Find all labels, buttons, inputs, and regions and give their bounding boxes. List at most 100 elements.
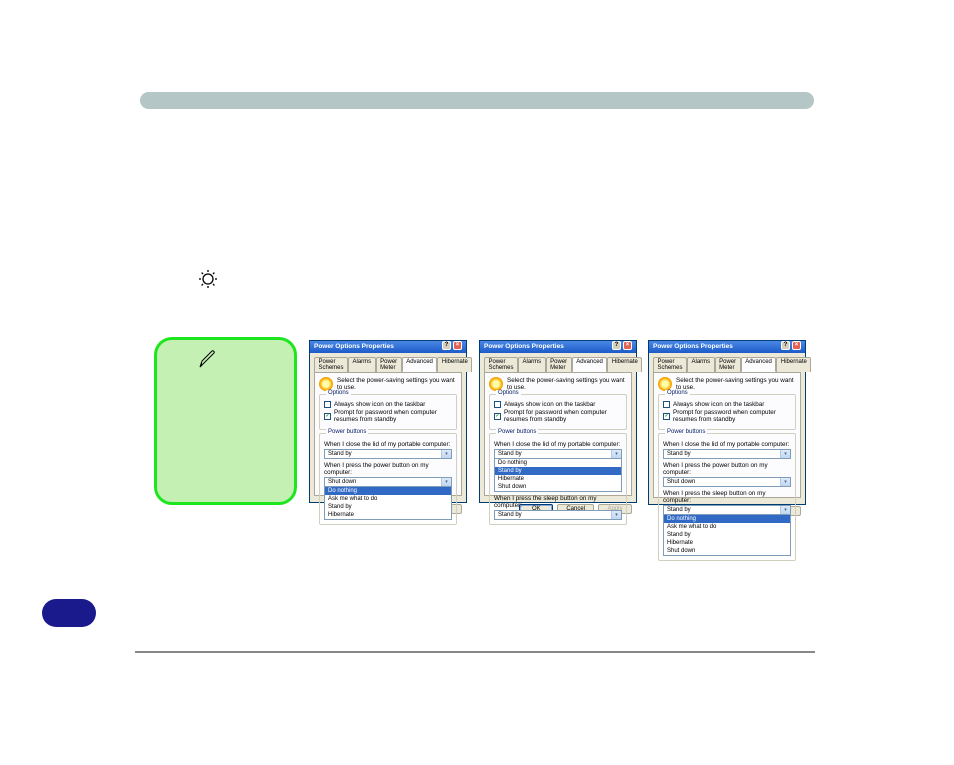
tab-alarms[interactable]: Alarms <box>687 357 715 372</box>
dialog-title: Power Options Properties <box>653 341 733 353</box>
help-icon[interactable]: ? <box>442 341 451 350</box>
tab-strip: Power Schemes Alarms Power Meter Advance… <box>649 353 805 372</box>
checkbox-password[interactable]: ✓ Prompt for password when computer resu… <box>663 409 791 423</box>
tab-power-meter[interactable]: Power Meter <box>376 357 402 372</box>
tab-alarms[interactable]: Alarms <box>518 357 546 372</box>
titlebar[interactable]: Power Options Properties ? × <box>310 341 466 353</box>
checkbox-box: ✓ <box>494 413 501 420</box>
combo-option[interactable]: Hibernate <box>664 539 790 547</box>
tab-power-schemes[interactable]: Power Schemes <box>484 357 518 372</box>
combo-power[interactable]: Shut down ▾ <box>324 477 452 487</box>
checkbox-label: Prompt for password when computer resume… <box>504 409 622 423</box>
combo-option[interactable]: Stand by <box>325 503 451 511</box>
combo-lid-dropdown[interactable]: Do nothing Stand by Hibernate Shut down <box>494 459 622 492</box>
tab-power-meter[interactable]: Power Meter <box>715 357 741 372</box>
combo-option[interactable]: Ask me what to do <box>325 495 451 503</box>
power-options-dialog-1: Power Options Properties ? × Power Schem… <box>309 340 467 503</box>
options-group: Options Always show icon on the taskbar … <box>658 394 796 430</box>
combo-option[interactable]: Shut down <box>664 547 790 555</box>
combo-value: Stand by <box>328 451 352 457</box>
power-buttons-group-title: Power buttons <box>326 429 368 435</box>
combo-lid[interactable]: Stand by ▾ <box>494 449 622 459</box>
options-group: Options Always show icon on the taskbar … <box>489 394 627 430</box>
combo-value: Stand by <box>498 451 522 457</box>
combo-option[interactable]: Hibernate <box>495 475 621 483</box>
tab-panel: Select the power-saving settings you wan… <box>314 372 462 496</box>
checkbox-taskbar[interactable]: Always show icon on the taskbar <box>324 401 452 408</box>
battery-icon <box>319 377 333 391</box>
checkbox-taskbar[interactable]: Always show icon on the taskbar <box>494 401 622 408</box>
combo-option[interactable]: Stand by <box>495 467 621 475</box>
tab-panel: Select the power-saving settings you wan… <box>653 372 801 498</box>
power-buttons-group-title: Power buttons <box>496 429 538 435</box>
tab-hibernate[interactable]: Hibernate <box>776 357 811 372</box>
help-icon[interactable]: ? <box>781 341 790 350</box>
options-group: Options Always show icon on the taskbar … <box>319 394 457 430</box>
checkbox-box <box>494 401 501 408</box>
divider <box>135 651 815 653</box>
tab-power-meter[interactable]: Power Meter <box>546 357 572 372</box>
tab-power-schemes[interactable]: Power Schemes <box>314 357 348 372</box>
combo-power-dropdown[interactable]: Do nothing Ask me what to do Stand by Hi… <box>324 487 452 520</box>
tab-advanced[interactable]: Advanced <box>741 357 777 372</box>
power-buttons-group: Power buttons When I close the lid of my… <box>489 433 627 525</box>
checkbox-label: Always show icon on the taskbar <box>334 401 425 408</box>
power-buttons-group: Power buttons When I close the lid of my… <box>319 433 457 525</box>
note-card <box>154 337 297 505</box>
chevron-down-icon: ▾ <box>780 450 790 458</box>
titlebar[interactable]: Power Options Properties ? × <box>649 341 805 353</box>
close-icon[interactable]: × <box>792 341 801 350</box>
combo-sleep[interactable]: Stand by ▾ <box>663 505 791 515</box>
combo-lid[interactable]: Stand by ▾ <box>324 449 452 459</box>
combo-power[interactable]: Shut down ▾ <box>663 477 791 487</box>
dialog-title: Power Options Properties <box>314 341 394 353</box>
battery-icon <box>489 377 503 391</box>
combo-option[interactable]: Do nothing <box>664 515 790 523</box>
chevron-down-icon: ▾ <box>780 478 790 486</box>
close-icon[interactable]: × <box>623 341 632 350</box>
tab-strip: Power Schemes Alarms Power Meter Advance… <box>480 353 636 372</box>
options-group-title: Options <box>326 390 351 396</box>
combo-option[interactable]: Stand by <box>664 531 790 539</box>
checkbox-password[interactable]: ✓ Prompt for password when computer resu… <box>324 409 452 423</box>
instruction-text: Select the power-saving settings you wan… <box>676 377 796 391</box>
combo-option[interactable]: Shut down <box>495 483 621 491</box>
combo-value: Stand by <box>667 451 691 457</box>
combo-option[interactable]: Do nothing <box>325 487 451 495</box>
label-lid: When I close the lid of my portable comp… <box>324 441 452 448</box>
tab-advanced[interactable]: Advanced <box>572 357 608 372</box>
tab-hibernate[interactable]: Hibernate <box>607 357 642 372</box>
checkbox-password[interactable]: ✓ Prompt for password when computer resu… <box>494 409 622 423</box>
tab-advanced[interactable]: Advanced <box>402 357 438 372</box>
combo-sleep-dropdown[interactable]: Do nothing Ask me what to do Stand by Hi… <box>663 515 791 556</box>
power-options-dialog-3: Power Options Properties ? × Power Schem… <box>648 340 806 505</box>
checkbox-label: Always show icon on the taskbar <box>673 401 764 408</box>
tab-alarms[interactable]: Alarms <box>348 357 376 372</box>
label-power: When I press the power button on my comp… <box>324 462 452 476</box>
dialog-title: Power Options Properties <box>484 341 564 353</box>
close-icon[interactable]: × <box>453 341 462 350</box>
combo-option[interactable]: Do nothing <box>495 459 621 467</box>
pen-icon <box>197 348 219 370</box>
instruction-text: Select the power-saving settings you wan… <box>337 377 457 391</box>
power-buttons-group: Power buttons When I close the lid of my… <box>658 433 796 561</box>
tab-hibernate[interactable]: Hibernate <box>437 357 472 372</box>
checkbox-taskbar[interactable]: Always show icon on the taskbar <box>663 401 791 408</box>
checkbox-box <box>663 401 670 408</box>
titlebar[interactable]: Power Options Properties ? × <box>480 341 636 353</box>
combo-option[interactable]: Hibernate <box>325 511 451 519</box>
chevron-down-icon: ▾ <box>611 511 621 519</box>
help-icon[interactable]: ? <box>612 341 621 350</box>
combo-option[interactable]: Ask me what to do <box>664 523 790 531</box>
combo-lid[interactable]: Stand by ▾ <box>663 449 791 459</box>
chevron-down-icon: ▾ <box>780 506 790 514</box>
label-sleep: When I press the sleep button on my comp… <box>494 495 622 509</box>
tab-power-schemes[interactable]: Power Schemes <box>653 357 687 372</box>
combo-sleep[interactable]: Stand by ▾ <box>494 510 622 520</box>
options-group-title: Options <box>496 390 521 396</box>
tab-panel: Select the power-saving settings you wan… <box>484 372 632 496</box>
instruction-text: Select the power-saving settings you wan… <box>507 377 627 391</box>
checkbox-box <box>324 401 331 408</box>
sun-icon <box>198 269 218 289</box>
checkbox-box: ✓ <box>663 413 670 420</box>
